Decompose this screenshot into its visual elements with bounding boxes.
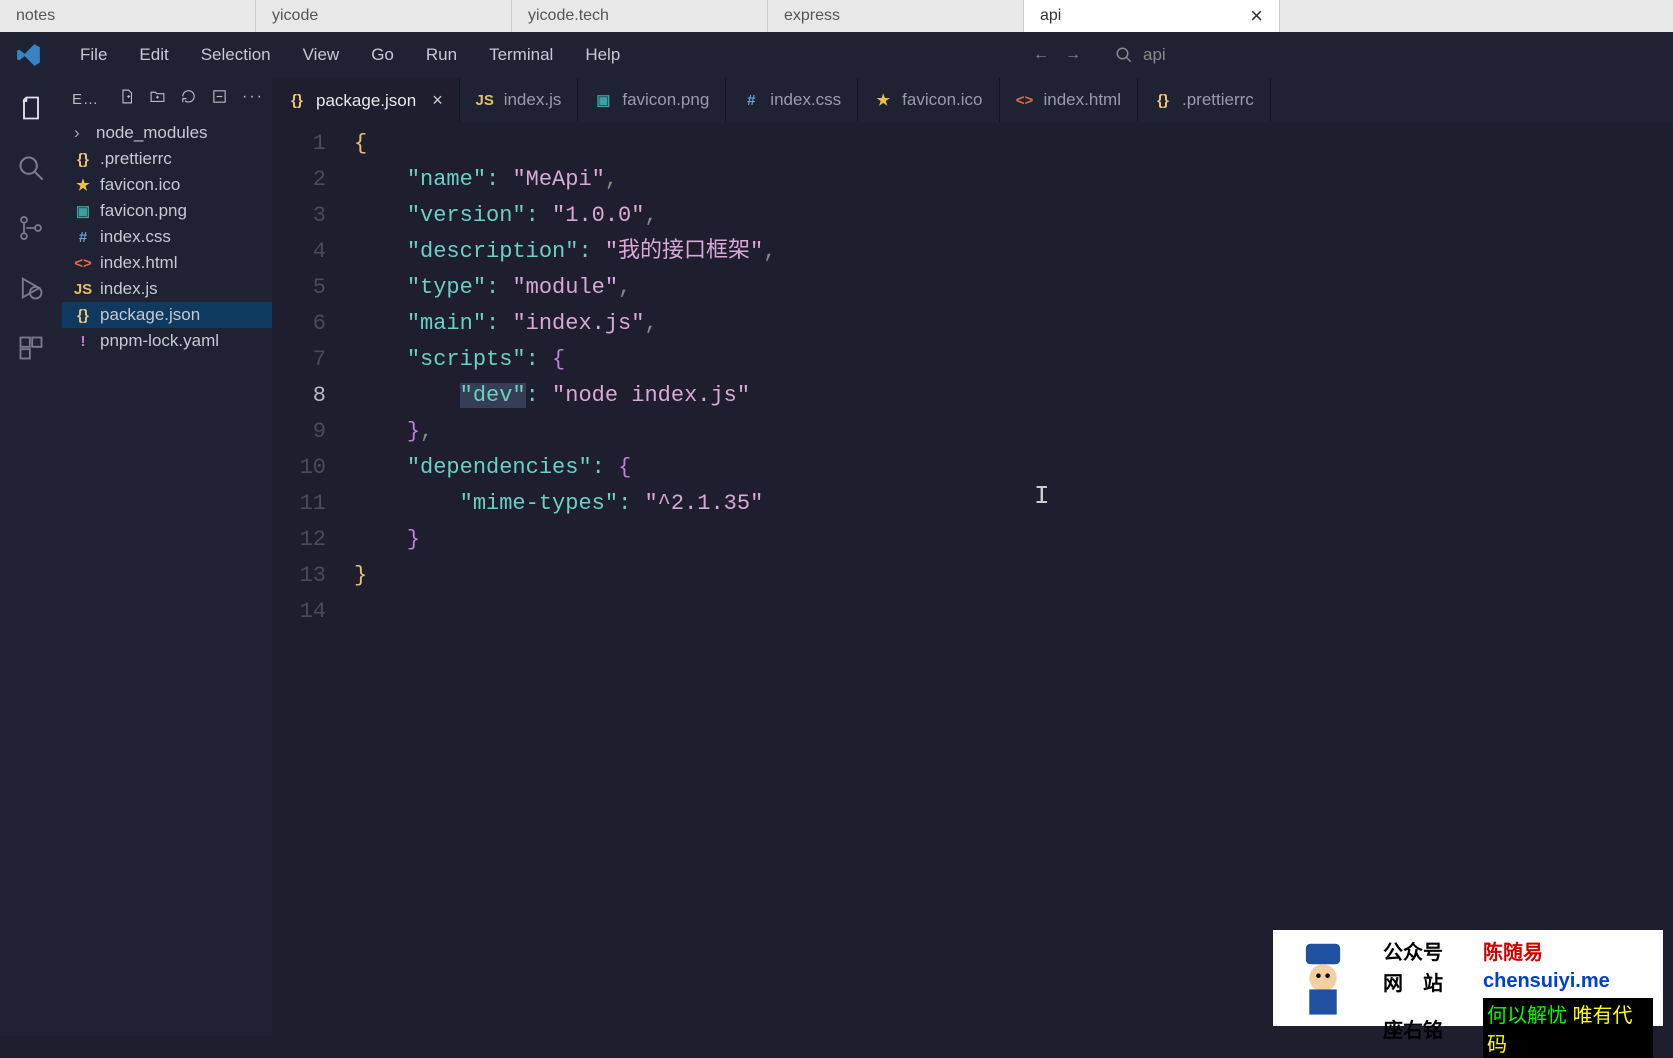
editor-area: {}package.json× JSindex.js ▣favicon.png … <box>272 78 1673 1036</box>
file-node_modules[interactable]: ›node_modules <box>62 120 272 146</box>
nav-back-icon[interactable]: ← <box>1033 46 1049 64</box>
command-search[interactable]: api <box>1115 45 1495 65</box>
debug-icon[interactable] <box>15 272 47 304</box>
tab-prettierrc[interactable]: {}.prettierrc <box>1138 78 1271 122</box>
tab-package-json[interactable]: {}package.json× <box>272 78 460 122</box>
menu-terminal[interactable]: Terminal <box>475 41 567 69</box>
new-file-icon[interactable] <box>118 88 135 110</box>
collapse-icon[interactable] <box>211 88 228 110</box>
file-label: favicon.ico <box>100 175 180 195</box>
close-icon[interactable]: × <box>432 90 443 111</box>
menu-file[interactable]: File <box>66 41 121 69</box>
file-label: node_modules <box>96 123 208 143</box>
menu-go[interactable]: Go <box>357 41 408 69</box>
activity-bar <box>0 78 62 1036</box>
code-content[interactable]: { "name": "MeApi", "version": "1.0.0", "… <box>354 126 1673 630</box>
tab-index-html[interactable]: <>index.html <box>1000 78 1138 122</box>
file-label: .prettierrc <box>100 149 172 169</box>
file-label: pnpm-lock.yaml <box>100 331 219 351</box>
browser-tab-express[interactable]: express <box>768 0 1024 32</box>
vscode-logo-icon <box>16 41 44 69</box>
file-favicon-png[interactable]: ▣favicon.png <box>62 198 272 224</box>
explorer-panel: E… ··· ›node_modules {}.prettierrc ★favi… <box>62 78 272 1036</box>
file-label: package.json <box>100 305 200 325</box>
menu-run[interactable]: Run <box>412 41 471 69</box>
refresh-icon[interactable] <box>180 88 197 110</box>
file-favicon-ico[interactable]: ★favicon.ico <box>62 172 272 198</box>
file-index-js[interactable]: JSindex.js <box>62 276 272 302</box>
tab-index-css[interactable]: #index.css <box>726 78 858 122</box>
file-label: index.js <box>100 279 158 299</box>
line-gutter: 1 2 3 4 5 6 7 8 9 10 11 12 13 14 <box>272 126 354 630</box>
code-editor[interactable]: 1 2 3 4 5 6 7 8 9 10 11 12 13 14 { "name… <box>272 122 1673 630</box>
browser-tabbar: notes yicode yicode.tech express api× <box>0 0 1673 32</box>
text-cursor-icon: I <box>1034 478 1050 514</box>
file-prettierrc[interactable]: {}.prettierrc <box>62 146 272 172</box>
avatar-icon <box>1273 930 1373 1026</box>
file-pnpm-lock[interactable]: !pnpm-lock.yaml <box>62 328 272 354</box>
search-icon[interactable] <box>15 152 47 184</box>
menu-selection[interactable]: Selection <box>187 41 285 69</box>
nav-forward-icon[interactable]: → <box>1065 46 1081 64</box>
file-label: favicon.png <box>100 201 187 221</box>
tab-index-js[interactable]: JSindex.js <box>460 78 579 122</box>
file-index-css[interactable]: #index.css <box>62 224 272 250</box>
browser-tab-notes[interactable]: notes <box>0 0 256 32</box>
menu-view[interactable]: View <box>289 41 354 69</box>
browser-tab-yicodetech[interactable]: yicode.tech <box>512 0 768 32</box>
menubar: File Edit Selection View Go Run Terminal… <box>0 32 1673 78</box>
watermark-card: 公众号陈随易 网 站chensuiyi.me 座右铭何以解忧 唯有代码 <box>1273 930 1663 1026</box>
search-placeholder: api <box>1143 45 1166 65</box>
explorer-icon[interactable] <box>15 92 47 124</box>
more-icon[interactable]: ··· <box>242 88 264 110</box>
tab-favicon-png[interactable]: ▣favicon.png <box>578 78 726 122</box>
browser-tab-yicode[interactable]: yicode <box>256 0 512 32</box>
browser-tab-api[interactable]: api× <box>1024 0 1280 32</box>
editor-tabbar: {}package.json× JSindex.js ▣favicon.png … <box>272 78 1673 122</box>
source-control-icon[interactable] <box>15 212 47 244</box>
menu-help[interactable]: Help <box>571 41 634 69</box>
file-label: index.html <box>100 253 177 273</box>
file-index-html[interactable]: <>index.html <box>62 250 272 276</box>
menu-edit[interactable]: Edit <box>125 41 182 69</box>
tab-favicon-ico[interactable]: ★favicon.ico <box>858 78 999 122</box>
file-label: index.css <box>100 227 171 247</box>
explorer-label: E… <box>72 91 99 108</box>
close-icon[interactable]: × <box>1250 3 1263 29</box>
file-package-json[interactable]: {}package.json <box>62 302 272 328</box>
extensions-icon[interactable] <box>15 332 47 364</box>
new-folder-icon[interactable] <box>149 88 166 110</box>
